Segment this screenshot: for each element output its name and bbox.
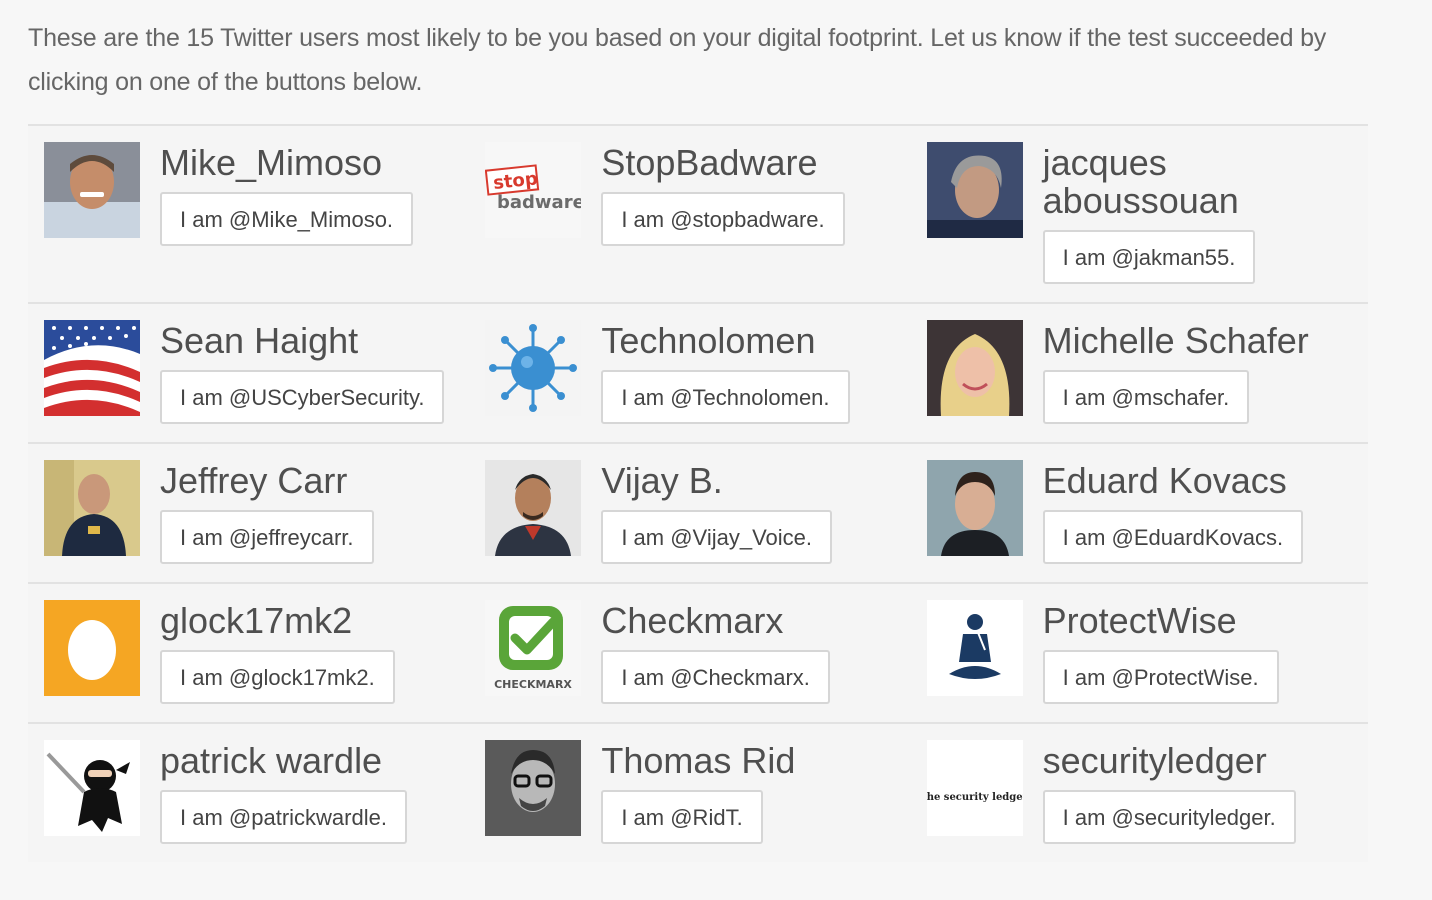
user-card: CHECKMARX Checkmarx I am @Checkmarx. (485, 600, 926, 706)
user-card: Thomas Rid I am @RidT. (485, 740, 926, 846)
i-am-button[interactable]: I am @jakman55. (1042, 230, 1256, 284)
securityledger-logo-icon: the security ledger (926, 740, 1023, 836)
user-name: StopBadware (601, 142, 818, 183)
user-card: glock17mk2 I am @glock17mk2. (44, 600, 485, 706)
i-am-button[interactable]: I am @Vijay_Voice. (601, 510, 833, 564)
avatar (485, 320, 582, 416)
user-card: Eduard Kovacs I am @EduardKovacs. (926, 460, 1368, 566)
i-am-button[interactable]: I am @mschafer. (1042, 370, 1250, 424)
user-name: Vijay B. (601, 460, 723, 501)
ninja-icon (44, 740, 140, 836)
user-card: Vijay B. I am @Vijay_Voice. (485, 460, 926, 566)
user-row: Mike_Mimoso I am @Mike_Mimoso. stop badw… (28, 124, 1368, 302)
user-name: Sean Haight (160, 320, 359, 361)
avatar: CHECKMARX (485, 600, 582, 696)
checkmarx-logo-icon: CHECKMARX (485, 600, 582, 696)
user-name: glock17mk2 (160, 600, 353, 641)
i-am-button[interactable]: I am @stopbadware. (601, 192, 845, 246)
user-card: Michelle Schafer I am @mschafer. (926, 320, 1368, 426)
user-name: Technolomen (601, 320, 816, 361)
avatar (926, 600, 1023, 696)
avatar: stop badware (485, 142, 582, 238)
protectwise-logo-icon (926, 600, 1023, 696)
man-portrait-photo-icon (485, 740, 582, 836)
svg-text:CHECKMARX: CHECKMARX (494, 678, 572, 691)
user-name: Mike_Mimoso (160, 142, 383, 183)
i-am-button[interactable]: I am @patrickwardle. (160, 790, 407, 844)
user-card: Technolomen I am @Technolomen. (485, 320, 926, 426)
avatar (44, 320, 140, 416)
man-speaking-photo-icon (44, 460, 140, 556)
woman-portrait-photo-icon (926, 320, 1023, 416)
avatar (926, 320, 1023, 416)
avatar (44, 142, 140, 238)
i-am-button[interactable]: I am @securityledger. (1042, 790, 1296, 844)
user-card: the security ledger securityledger I am … (926, 740, 1368, 846)
user-row: glock17mk2 I am @glock17mk2. CHECKMARX C… (28, 582, 1368, 722)
default-egg-avatar-icon (44, 600, 140, 696)
i-am-button[interactable]: I am @Checkmarx. (601, 650, 830, 704)
stopbadware-logo-icon: stop badware (485, 142, 582, 238)
user-name: Jeffrey Carr (160, 460, 348, 501)
user-row: Jeffrey Carr I am @jeffreycarr. Vijay B.… (28, 442, 1368, 582)
man-portrait-photo-icon (926, 460, 1023, 556)
user-name: Michelle Schafer (1042, 320, 1309, 361)
i-am-button[interactable]: I am @Mike_Mimoso. (160, 192, 414, 246)
i-am-button[interactable]: I am @glock17mk2. (160, 650, 395, 704)
us-flag-icon (44, 320, 140, 416)
user-card: patrick wardle I am @patrickwardle. (44, 740, 485, 846)
intro-text: These are the 15 Twitter users most like… (28, 24, 1327, 96)
user-name: jacques aboussouan (1042, 142, 1239, 221)
user-row: Sean Haight I am @USCyberSecurity. Techn… (28, 302, 1368, 442)
avatar (485, 740, 582, 836)
user-card: Sean Haight I am @USCyberSecurity. (44, 320, 485, 426)
user-card: Mike_Mimoso I am @Mike_Mimoso. (44, 142, 485, 286)
user-card: ProtectWise I am @ProtectWise. (926, 600, 1368, 706)
user-name: securityledger (1042, 740, 1267, 781)
avatar: the security ledger (926, 740, 1023, 836)
i-am-button[interactable]: I am @Technolomen. (601, 370, 850, 424)
user-name: ProtectWise (1042, 600, 1237, 641)
user-card: stop badware StopBadware I am @stopbadwa… (485, 142, 926, 286)
user-name: Eduard Kovacs (1042, 460, 1287, 501)
man-portrait-photo-icon (926, 142, 1023, 238)
i-am-button[interactable]: I am @EduardKovacs. (1042, 510, 1304, 564)
user-name: Thomas Rid (601, 740, 796, 781)
user-name: patrick wardle (160, 740, 383, 781)
user-card: jacques aboussouan I am @jakman55. (926, 142, 1368, 286)
i-am-button[interactable]: I am @ProtectWise. (1042, 650, 1279, 704)
svg-text:badware: badware (497, 192, 581, 213)
avatar (926, 460, 1023, 556)
i-am-button[interactable]: I am @RidT. (601, 790, 763, 844)
svg-text:the security ledger: the security ledger (927, 792, 1023, 803)
avatar (44, 740, 140, 836)
user-name: Checkmarx (601, 600, 784, 641)
virus-icon (485, 320, 582, 416)
i-am-button[interactable]: I am @jeffreycarr. (160, 510, 374, 564)
user-grid: Mike_Mimoso I am @Mike_Mimoso. stop badw… (28, 124, 1368, 862)
i-am-button[interactable]: I am @USCyberSecurity. (160, 370, 445, 424)
user-row: patrick wardle I am @patrickwardle. Thom… (28, 722, 1368, 862)
man-portrait-photo-icon (485, 460, 582, 556)
man-portrait-photo-icon (44, 142, 140, 238)
avatar (926, 142, 1023, 238)
avatar (44, 460, 140, 556)
user-card: Jeffrey Carr I am @jeffreycarr. (44, 460, 485, 566)
avatar (44, 600, 140, 696)
avatar (485, 460, 582, 556)
